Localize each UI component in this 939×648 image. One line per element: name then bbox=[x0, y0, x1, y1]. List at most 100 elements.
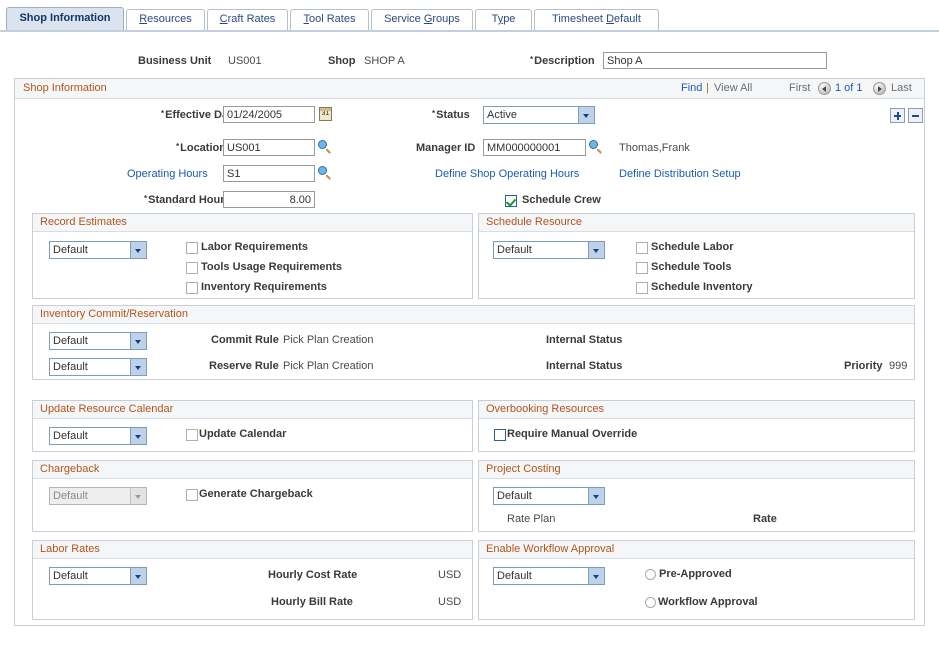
workflow-approval-radio[interactable] bbox=[645, 597, 656, 608]
tab-shop-information[interactable]: Shop Information bbox=[6, 7, 124, 30]
labor-rates-group: Labor Rates Default Hourly Cost Rate USD… bbox=[32, 540, 473, 620]
update-resource-calendar-select[interactable]: Default bbox=[49, 427, 147, 445]
commit-rule-select-value: Default bbox=[53, 335, 88, 347]
labor-rates-select-value: Default bbox=[53, 570, 88, 582]
business-unit-value: US001 bbox=[228, 55, 262, 67]
hourly-bill-rate-currency: USD bbox=[438, 596, 461, 608]
update-calendar-label[interactable]: Update Calendar bbox=[199, 428, 286, 440]
schedule-labor-checkbox[interactable] bbox=[636, 242, 648, 254]
delete-row-button[interactable] bbox=[908, 108, 923, 123]
reserve-rule-value: Pick Plan Creation bbox=[283, 360, 374, 372]
standard-hours-input[interactable] bbox=[223, 191, 315, 208]
operating-hours-lookup-icon[interactable] bbox=[318, 166, 332, 180]
manager-id-lookup-icon[interactable] bbox=[589, 140, 603, 154]
pre-approved-label[interactable]: Pre-Approved bbox=[659, 568, 732, 580]
workflow-approval-radio-label[interactable]: Workflow Approval bbox=[658, 596, 758, 608]
chargeback-select-value: Default bbox=[53, 490, 88, 502]
priority-label: Priority bbox=[844, 360, 883, 372]
view-all-link[interactable]: View All bbox=[714, 82, 752, 94]
commit-rule-select[interactable]: Default bbox=[49, 332, 147, 350]
overbooking-resources-header: Overbooking Resources bbox=[479, 401, 914, 419]
effective-date-input[interactable] bbox=[223, 106, 315, 123]
tools-usage-requirements-checkbox[interactable] bbox=[186, 262, 198, 274]
generate-chargeback-checkbox[interactable] bbox=[186, 489, 198, 501]
tab-type[interactable]: Type bbox=[475, 9, 532, 30]
location-lookup-icon[interactable] bbox=[318, 140, 332, 154]
chevron-down-icon bbox=[578, 107, 594, 123]
previous-row-icon[interactable] bbox=[818, 82, 831, 95]
chevron-down-icon bbox=[130, 568, 146, 584]
tab-label: Service Groups bbox=[384, 13, 460, 25]
status-select[interactable]: Active bbox=[483, 106, 595, 124]
rate-plan-label: Rate Plan bbox=[507, 513, 555, 525]
tab-label: Resources bbox=[139, 13, 192, 25]
next-row-icon[interactable] bbox=[873, 82, 886, 95]
tab-tool-rates[interactable]: Tool Rates bbox=[290, 9, 369, 30]
schedule-resource-select[interactable]: Default bbox=[493, 241, 605, 259]
schedule-crew-label[interactable]: Schedule Crew bbox=[522, 194, 601, 206]
manager-id-input[interactable] bbox=[483, 139, 586, 156]
operating-hours-input[interactable] bbox=[223, 165, 315, 182]
workflow-approval-header: Enable Workflow Approval bbox=[479, 541, 914, 559]
tab-resources[interactable]: Resources bbox=[126, 9, 205, 30]
schedule-inventory-checkbox[interactable] bbox=[636, 282, 648, 294]
schedule-labor-label[interactable]: Schedule Labor bbox=[651, 241, 734, 253]
update-calendar-checkbox[interactable] bbox=[186, 429, 198, 441]
chevron-down-icon bbox=[130, 333, 146, 349]
project-costing-select[interactable]: Default bbox=[493, 487, 605, 505]
update-resource-calendar-group: Update Resource Calendar Default Update … bbox=[32, 400, 473, 452]
first-link[interactable]: First bbox=[789, 82, 810, 94]
inventory-commit-header: Inventory Commit/Reservation bbox=[33, 306, 914, 324]
define-shop-operating-hours-link[interactable]: Define Shop Operating Hours bbox=[435, 168, 579, 180]
labor-requirements-checkbox[interactable] bbox=[186, 242, 198, 254]
operating-hours-label[interactable]: Operating Hours bbox=[127, 168, 208, 180]
add-row-button[interactable] bbox=[890, 108, 905, 123]
tab-craft-rates[interactable]: Craft Rates bbox=[207, 9, 288, 30]
location-input[interactable] bbox=[223, 139, 315, 156]
record-estimates-select[interactable]: Default bbox=[49, 241, 147, 259]
tab-label: Type bbox=[492, 13, 516, 25]
labor-rates-select[interactable]: Default bbox=[49, 567, 147, 585]
tab-service-groups[interactable]: Service Groups bbox=[371, 9, 473, 30]
schedule-tools-label[interactable]: Schedule Tools bbox=[651, 261, 731, 273]
overbooking-resources-title: Overbooking Resources bbox=[486, 403, 604, 415]
schedule-crew-checkbox[interactable] bbox=[505, 195, 517, 207]
find-viewall-separator: | bbox=[706, 82, 709, 94]
inventory-requirements-checkbox[interactable] bbox=[186, 282, 198, 294]
inventory-requirements-label[interactable]: Inventory Requirements bbox=[201, 281, 327, 293]
row-counter: 1 of 1 bbox=[835, 82, 863, 94]
project-costing-group: Project Costing Default Rate Plan Rate bbox=[478, 460, 915, 532]
generate-chargeback-label[interactable]: Generate Chargeback bbox=[199, 488, 313, 500]
description-input[interactable] bbox=[603, 52, 827, 69]
location-label: Location bbox=[176, 142, 226, 154]
find-link[interactable]: Find bbox=[681, 82, 702, 94]
require-manual-override-label[interactable]: Require Manual Override bbox=[507, 428, 637, 440]
shop-information-panel: Shop Information Find | View All First 1… bbox=[14, 78, 925, 626]
last-link[interactable]: Last bbox=[891, 82, 912, 94]
reserve-rule-select[interactable]: Default bbox=[49, 358, 147, 376]
labor-requirements-label[interactable]: Labor Requirements bbox=[201, 241, 308, 253]
schedule-resource-header: Schedule Resource bbox=[479, 214, 914, 232]
tab-timesheet-default[interactable]: Timesheet Default bbox=[534, 9, 659, 30]
manager-id-label: Manager ID bbox=[416, 142, 475, 154]
update-resource-calendar-select-value: Default bbox=[53, 430, 88, 442]
hourly-cost-rate-label: Hourly Cost Rate bbox=[268, 569, 357, 581]
commit-rule-value: Pick Plan Creation bbox=[283, 334, 374, 346]
require-manual-override-checkbox[interactable] bbox=[494, 429, 506, 441]
schedule-tools-checkbox[interactable] bbox=[636, 262, 648, 274]
reserve-rule-label: Reserve Rule bbox=[209, 360, 279, 372]
schedule-inventory-label[interactable]: Schedule Inventory bbox=[651, 281, 752, 293]
workflow-approval-select[interactable]: Default bbox=[493, 567, 605, 585]
manager-name: Thomas,Frank bbox=[619, 142, 690, 154]
define-distribution-setup-link[interactable]: Define Distribution Setup bbox=[619, 168, 741, 180]
labor-rates-header: Labor Rates bbox=[33, 541, 472, 559]
pre-approved-radio[interactable] bbox=[645, 569, 656, 580]
hourly-bill-rate-label: Hourly Bill Rate bbox=[271, 596, 353, 608]
description-label: Description bbox=[530, 55, 595, 67]
reserve-rule-select-value: Default bbox=[53, 361, 88, 373]
calendar-icon[interactable]: 31 bbox=[319, 107, 332, 121]
schedule-resource-select-value: Default bbox=[497, 244, 532, 256]
tools-usage-requirements-label[interactable]: Tools Usage Requirements bbox=[201, 261, 342, 273]
inventory-commit-title: Inventory Commit/Reservation bbox=[40, 308, 188, 320]
chargeback-select[interactable]: Default bbox=[49, 487, 147, 505]
